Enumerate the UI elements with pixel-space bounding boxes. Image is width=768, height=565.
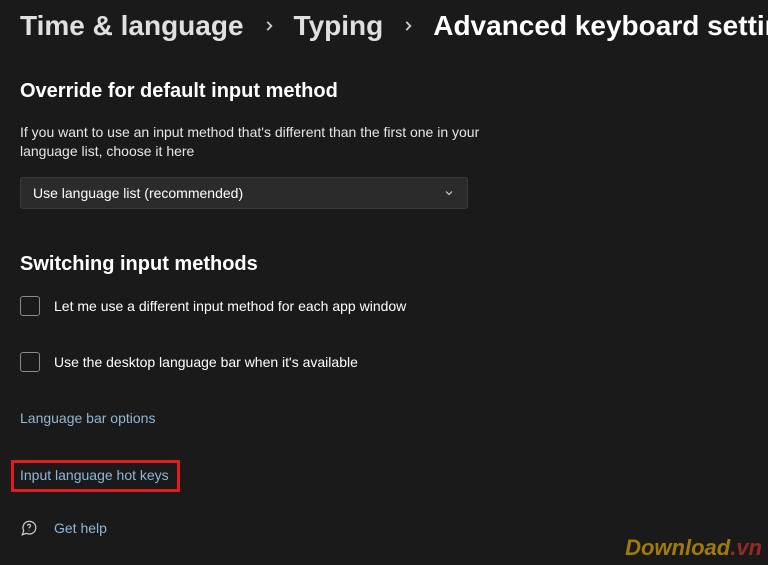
checkbox-box[interactable] <box>20 296 40 316</box>
checkbox-label: Let me use a different input method for … <box>54 298 406 314</box>
default-input-method-dropdown[interactable]: Use language list (recommended) <box>20 177 468 209</box>
override-heading: Override for default input method <box>20 80 748 103</box>
watermark: Download.vn <box>625 535 762 561</box>
chevron-down-icon <box>443 187 455 199</box>
breadcrumb-typing[interactable]: Typing <box>294 10 384 42</box>
breadcrumb-time-language[interactable]: Time & language <box>20 10 244 42</box>
chevron-right-icon <box>401 19 415 33</box>
checkbox-per-app-input-method[interactable]: Let me use a different input method for … <box>20 296 748 316</box>
switching-heading: Switching input methods <box>20 253 748 276</box>
highlight-annotation: Input language hot keys <box>11 460 180 492</box>
chevron-right-icon <box>262 19 276 33</box>
dropdown-selected-value: Use language list (recommended) <box>33 185 243 201</box>
checkbox-desktop-language-bar[interactable]: Use the desktop language bar when it's a… <box>20 352 748 372</box>
get-help-label: Get help <box>54 520 107 536</box>
get-help-link[interactable]: Get help <box>20 519 107 537</box>
breadcrumb: Time & language Typing Advanced keyboard… <box>20 10 748 42</box>
breadcrumb-current: Advanced keyboard settings <box>433 10 768 42</box>
checkbox-box[interactable] <box>20 352 40 372</box>
help-icon <box>20 519 38 537</box>
checkbox-label: Use the desktop language bar when it's a… <box>54 354 358 370</box>
override-description: If you want to use an input method that'… <box>20 123 480 161</box>
link-input-language-hotkeys[interactable]: Input language hot keys <box>20 467 169 483</box>
link-language-bar-options[interactable]: Language bar options <box>16 408 159 428</box>
